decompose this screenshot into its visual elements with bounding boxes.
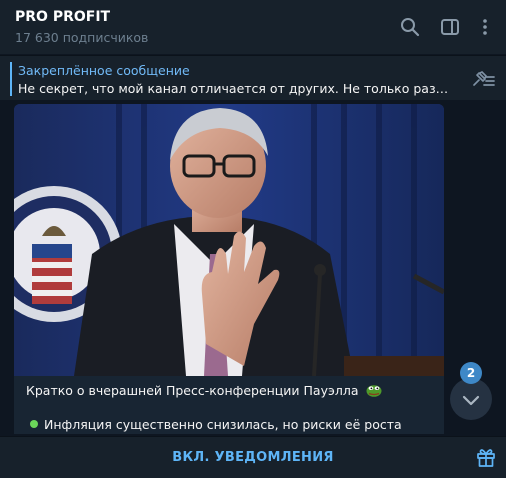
pinned-title: Закреплённое сообщение [18, 63, 190, 78]
channel-title[interactable]: PRO PROFIT [15, 9, 110, 25]
post-bullet-item: Инфляция существенно снизилась, но риски… [30, 417, 402, 432]
pepe-emoji-icon [366, 385, 382, 397]
enable-notifications-button[interactable]: ВКЛ. УВЕДОМЛЕНИЯ [0, 437, 506, 478]
unread-count-badge: 2 [460, 362, 482, 384]
post-caption-title: Кратко о вчерашней Пресс-конференции Пау… [26, 383, 382, 398]
sidebar-toggle-icon[interactable] [438, 15, 462, 39]
search-icon[interactable] [398, 15, 422, 39]
chat-area[interactable]: Кратко о вчерашней Пресс-конференции Пау… [0, 101, 506, 434]
more-vertical-icon[interactable] [473, 15, 497, 39]
pinned-list-icon[interactable] [470, 68, 496, 90]
channel-post[interactable]: Кратко о вчерашней Пресс-конференции Пау… [14, 104, 444, 434]
gift-icon[interactable] [475, 446, 497, 468]
pinned-message-bar[interactable]: Закреплённое сообщение Не секрет, что мо… [0, 55, 506, 100]
chevron-down-icon [462, 395, 480, 406]
press-conference-photo[interactable] [14, 104, 444, 376]
chat-footer: ВКЛ. УВЕДОМЛЕНИЯ [0, 436, 506, 478]
green-dot-icon [30, 420, 38, 428]
chat-header: PRO PROFIT 17 630 подписчиков [0, 0, 506, 54]
subscriber-count: 17 630 подписчиков [15, 30, 149, 45]
scroll-to-bottom-button[interactable] [450, 378, 492, 420]
pinned-text: Не секрет, что мой канал отличается от д… [18, 81, 454, 96]
pinned-accent-bar [10, 62, 12, 96]
